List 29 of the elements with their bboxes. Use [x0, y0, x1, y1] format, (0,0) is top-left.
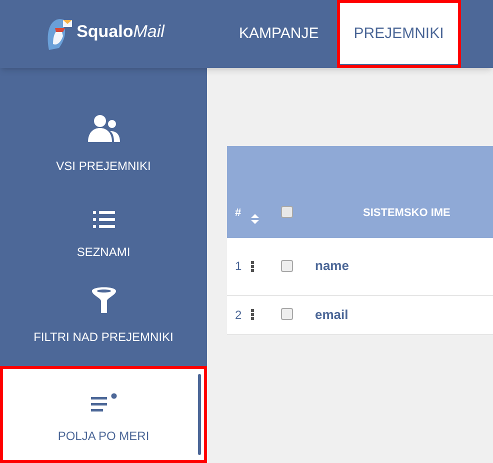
- sidebar-item[interactable]: FILTRI NAD PREJEMNIKI: [0, 266, 207, 352]
- people-icon: [88, 113, 120, 144]
- table-row[interactable]: 1 name: [227, 238, 493, 295]
- column-header: SISTEMSKO IME: [363, 207, 450, 219]
- logo-text: SqualoMail: [76, 21, 164, 44]
- row-checkbox[interactable]: [281, 260, 293, 272]
- sidebar-label: SEZNAMI: [76, 244, 130, 260]
- list-icon: [92, 210, 114, 228]
- nav-tab[interactable]: KAMPANJE: [233, 0, 325, 68]
- drag-handle-icon[interactable]: [251, 260, 254, 272]
- field-name: name: [315, 258, 349, 274]
- drag-handle-icon[interactable]: [251, 309, 254, 320]
- row-number: 1: [235, 259, 242, 274]
- sidebar-item[interactable]: SEZNAMI: [0, 181, 207, 266]
- column-header: #: [235, 207, 242, 219]
- nav-tab[interactable]: PREJEMNIKI: [336, 0, 461, 68]
- sidebar-label: POLJA PO MERI: [58, 428, 150, 445]
- sidebar-item[interactable]: POLJA PO MERI: [0, 366, 207, 463]
- filter-icon: [90, 286, 116, 314]
- sort-icon: [251, 214, 259, 224]
- field-name: email: [315, 306, 348, 322]
- sidebar-label: VSI PREJEMNIKI: [56, 158, 151, 176]
- fields-icon: [90, 393, 116, 413]
- row-checkbox[interactable]: [281, 308, 293, 320]
- sidebar-item[interactable]: VSI PREJEMNIKI: [0, 96, 207, 182]
- select-all-checkbox[interactable]: [281, 206, 293, 218]
- row-number: 2: [235, 308, 242, 322]
- table-row[interactable]: 2 email: [227, 295, 493, 334]
- sidebar-label: FILTRI NAD PREJEMNIKI: [34, 328, 174, 346]
